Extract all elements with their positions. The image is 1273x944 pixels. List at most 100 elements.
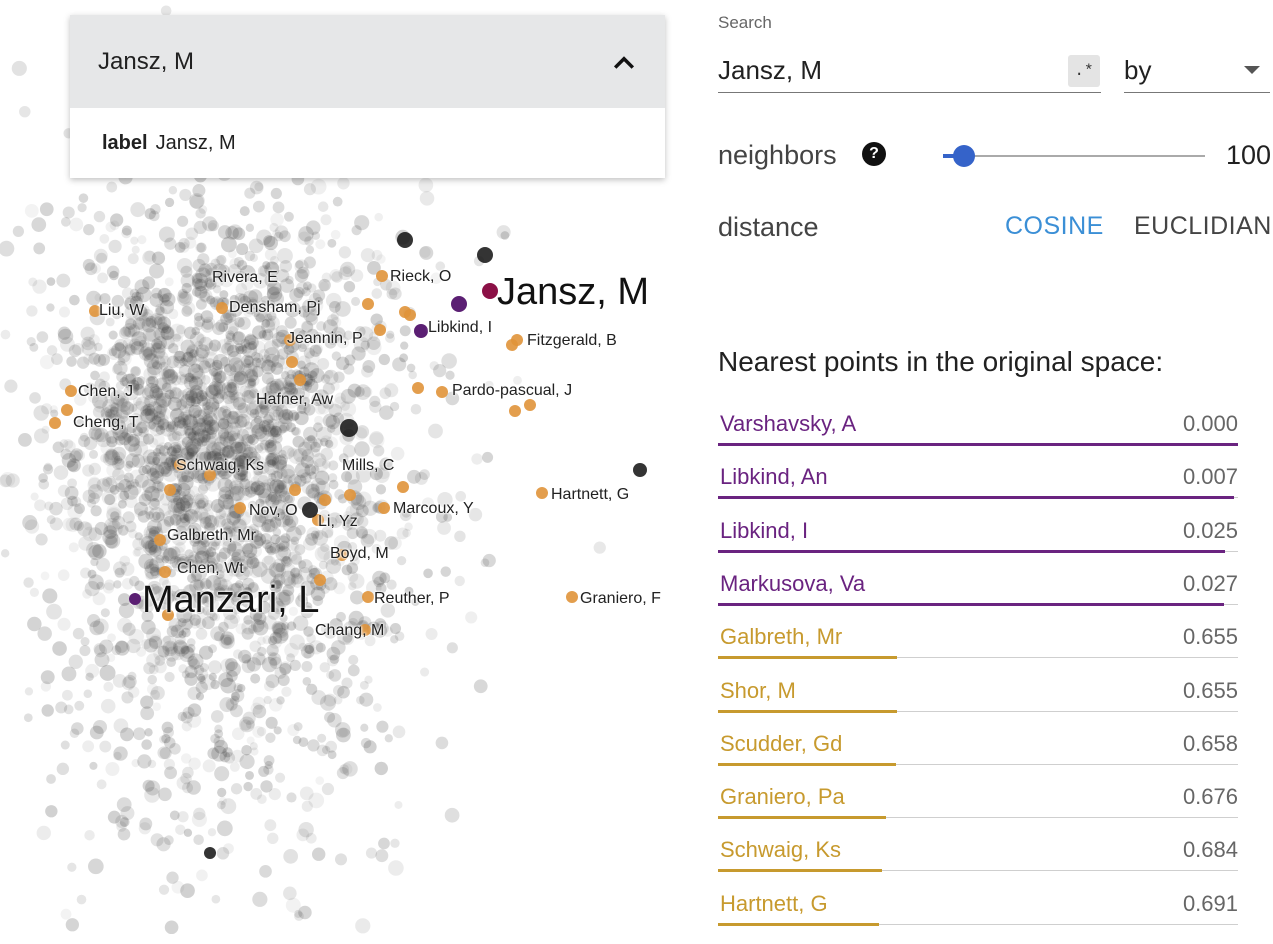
scatter-point[interactable] (230, 704, 243, 718)
scatter-point[interactable] (471, 453, 483, 465)
scatter-point[interactable] (93, 210, 106, 223)
scatter-point[interactable] (88, 462, 102, 476)
scatter-point[interactable] (39, 202, 54, 217)
scatter-point[interactable] (324, 369, 334, 379)
scatter-point[interactable] (185, 396, 197, 407)
nearest-point-name[interactable]: Graniero, Pa (720, 784, 845, 810)
scatter-point[interactable] (249, 564, 263, 578)
scatter-point[interactable] (140, 706, 155, 721)
scatter-point[interactable] (220, 405, 229, 414)
scatter-point[interactable] (131, 366, 140, 376)
search-input[interactable] (718, 48, 1101, 93)
scatter-point[interactable] (164, 277, 174, 287)
scatter-point[interactable] (105, 762, 120, 776)
scatter-point[interactable] (155, 511, 165, 521)
scatter-point[interactable] (46, 515, 56, 525)
scatter-point[interactable] (267, 458, 276, 468)
scatter-point[interactable] (62, 689, 73, 701)
scatter-point[interactable] (310, 483, 320, 492)
scatter-point[interactable] (394, 800, 403, 809)
scatter-point[interactable] (66, 356, 77, 367)
scatter-point[interactable] (130, 202, 146, 218)
scatter-point[interactable] (88, 858, 104, 875)
scatter-point[interactable] (386, 288, 398, 300)
scatter-point[interactable] (355, 918, 371, 934)
scatter-point[interactable] (151, 387, 163, 399)
scatter-point[interactable] (130, 341, 145, 355)
scatter-point[interactable] (114, 474, 131, 491)
regex-toggle-button[interactable]: .* (1068, 55, 1100, 87)
scatter-point[interactable] (253, 415, 263, 425)
scatter-point[interactable] (114, 567, 125, 578)
scatter-point[interactable] (133, 441, 149, 456)
scatter-point[interactable] (152, 346, 166, 360)
scatter-point[interactable] (333, 695, 343, 705)
scatter-point[interactable] (298, 905, 312, 920)
neighbors-slider-track[interactable] (943, 155, 1205, 157)
scatter-point[interactable] (219, 290, 229, 299)
scatter-point[interactable] (100, 608, 110, 618)
scatter-point[interactable] (315, 776, 325, 785)
scatter-point[interactable] (217, 418, 230, 430)
scatter-point[interactable] (263, 695, 272, 705)
scatter-point[interactable] (386, 579, 397, 590)
nearest-point-name[interactable]: Shor, M (720, 678, 796, 704)
scatter-point[interactable] (348, 654, 359, 666)
scatter-point[interactable] (303, 650, 312, 659)
scatter-point[interactable] (115, 814, 129, 829)
scatter-point[interactable] (220, 631, 235, 646)
scatter-point[interactable] (321, 745, 331, 755)
scatter-point[interactable] (92, 719, 108, 735)
scatter-point[interactable] (313, 438, 323, 448)
scatter-point[interactable] (208, 660, 222, 674)
scatter-point[interactable] (384, 734, 393, 743)
scatter-point[interactable] (250, 673, 261, 684)
scatter-point[interactable] (29, 342, 39, 352)
scatter-point[interactable] (465, 611, 478, 624)
scatter-point[interactable] (68, 654, 83, 669)
scatter-point[interactable] (155, 306, 165, 316)
scatter-point[interactable] (250, 476, 260, 486)
scatter-point-highlight[interactable] (397, 481, 409, 493)
scatter-point[interactable] (124, 326, 136, 338)
scatter-point-neighbor[interactable] (414, 324, 428, 338)
scatter-point[interactable] (0, 329, 11, 340)
scatter-point[interactable] (202, 316, 216, 330)
scatter-point[interactable] (141, 619, 156, 635)
scatter-point[interactable] (428, 423, 443, 439)
scatter-point[interactable] (275, 772, 286, 783)
scatter-point[interactable] (113, 718, 129, 734)
scatter-point[interactable] (227, 224, 243, 240)
scatter-point-highlight[interactable] (404, 309, 416, 321)
scatter-point[interactable] (224, 658, 238, 671)
scatter-point[interactable] (204, 847, 216, 859)
scatter-point[interactable] (327, 238, 337, 248)
scatter-point[interactable] (311, 231, 321, 240)
scatter-point[interactable] (473, 679, 488, 694)
scatter-point[interactable] (55, 701, 68, 714)
scatter-point[interactable] (373, 703, 382, 712)
scatter-point[interactable] (108, 330, 118, 340)
scatter-point[interactable] (241, 427, 258, 444)
scatter-point[interactable] (69, 294, 80, 306)
scatter-point[interactable] (317, 733, 327, 743)
scatter-point[interactable] (419, 191, 435, 206)
scatter-point-highlight[interactable] (234, 502, 246, 514)
scatter-point[interactable] (306, 683, 318, 695)
scatter-point[interactable] (296, 281, 309, 295)
scatter-point[interactable] (178, 664, 188, 674)
scatter-point[interactable] (121, 287, 134, 300)
scatter-point[interactable] (298, 226, 314, 242)
scatter-point[interactable] (390, 838, 400, 848)
scatter-point[interactable] (286, 792, 297, 803)
scatter-point[interactable] (117, 275, 131, 289)
nearest-point-row[interactable]: Shor, M 0.655 (718, 678, 1238, 731)
scatter-point[interactable] (338, 266, 352, 281)
scatter-point[interactable] (137, 235, 147, 245)
scatter-point[interactable] (192, 184, 206, 198)
scatter-point[interactable] (210, 710, 224, 723)
scatter-point[interactable] (332, 196, 343, 207)
scatter-point[interactable] (0, 240, 15, 257)
scatter-point[interactable] (333, 685, 345, 697)
scatter-point[interactable] (197, 383, 206, 392)
